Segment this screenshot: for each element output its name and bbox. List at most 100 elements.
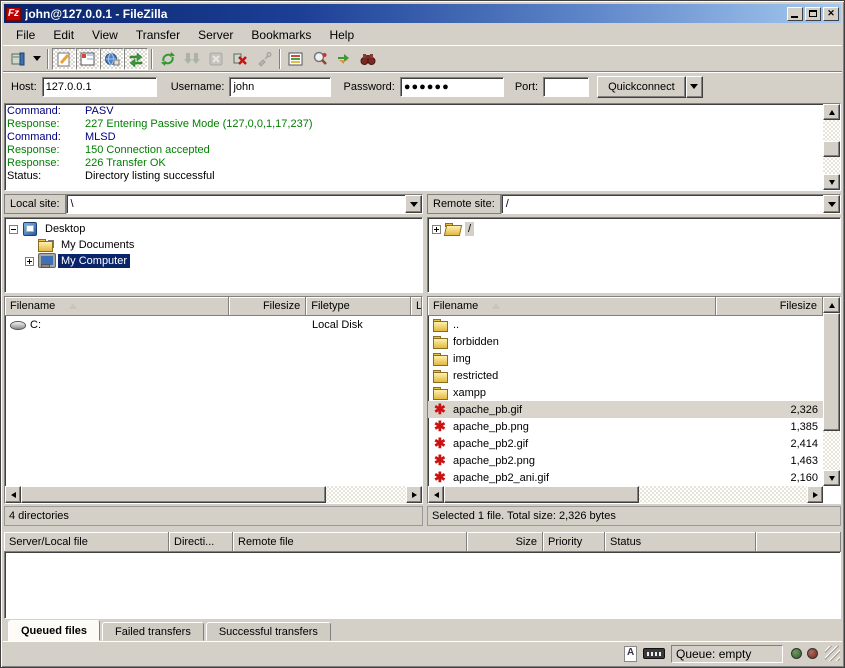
disconnect-button[interactable] [228,48,252,70]
local-site-combo[interactable]: \ [66,194,423,214]
scrollbar-thumb[interactable] [823,141,840,157]
tab-failed-transfers[interactable]: Failed transfers [102,622,204,641]
expander-icon[interactable] [432,225,441,234]
column-header-filename[interactable]: Filename [5,297,229,316]
speed-limit-icon[interactable] [643,648,665,659]
tree-item-desktop[interactable]: Desktop [9,221,422,237]
menu-transfer[interactable]: Transfer [127,26,189,44]
quickconnect-dropdown[interactable] [686,76,703,98]
port-input[interactable] [543,77,589,97]
menu-edit[interactable]: Edit [44,26,83,44]
my-computer-icon [38,254,55,268]
password-input[interactable] [400,77,504,97]
activity-led-green-icon [791,648,802,659]
expander-icon[interactable] [9,225,18,234]
image-file-icon [433,403,450,417]
column-header-status[interactable]: Status [605,532,756,552]
scrollbar-thumb[interactable] [444,486,639,503]
expander-icon[interactable] [25,257,34,266]
file-row[interactable]: apache_pb2.png1,463 [428,452,823,469]
column-header-filesize[interactable]: Filesize [716,297,823,316]
reconnect-button[interactable] [252,48,276,70]
toggle-transfer-queue-button[interactable] [124,48,148,70]
log-line: Status:Directory listing successful [7,170,822,183]
file-row[interactable]: apache_pb.gif2,326 [428,401,823,418]
scroll-left-button[interactable] [5,486,21,503]
file-row[interactable]: forbidden [428,333,823,350]
menu-bar: File Edit View Transfer Server Bookmarks… [3,24,842,45]
column-header-filesize[interactable]: Filesize [229,297,306,316]
column-header-direction[interactable]: Directi... [169,532,233,552]
menu-view[interactable]: View [83,26,127,44]
file-row[interactable]: apache_pb2.gif2,414 [428,435,823,452]
remote-horizontal-scrollbar[interactable] [428,486,823,503]
column-header-server-local-file[interactable]: Server/Local file [4,532,169,552]
username-input[interactable] [229,77,331,97]
host-input[interactable] [42,77,157,97]
column-header-priority[interactable]: Priority [543,532,605,552]
remote-list-header: Filename Filesize [428,297,823,316]
tree-item-my-computer[interactable]: My Computer [9,253,422,269]
scroll-up-button[interactable] [823,297,840,313]
local-file-list: Filename Filesize Filetype L C: Local Di… [4,296,423,504]
remote-vertical-scrollbar[interactable] [823,297,840,486]
scroll-down-button[interactable] [823,174,840,190]
resize-grip[interactable] [825,646,840,661]
menu-server[interactable]: Server [189,26,242,44]
column-header-last-modified[interactable]: L [411,297,422,316]
log-vertical-scrollbar[interactable] [823,104,840,190]
scroll-right-button[interactable] [406,486,422,503]
tab-queued-files[interactable]: Queued files [8,620,100,641]
local-status-text: 4 directories [4,506,423,526]
scroll-down-button[interactable] [823,470,840,486]
message-log: Command:PASV Response:227 Entering Passi… [4,103,841,191]
toggle-local-tree-button[interactable] [76,48,100,70]
tree-item-root[interactable]: / [432,221,840,237]
menu-bookmarks[interactable]: Bookmarks [242,26,320,44]
log-line: Response:150 Connection accepted [7,144,822,157]
toggle-remote-tree-button[interactable] [100,48,124,70]
synchronized-browsing-button[interactable] [332,48,356,70]
menu-file[interactable]: File [7,26,44,44]
queue-tabs: Queued files Failed transfers Successful… [3,619,842,641]
column-header-filetype[interactable]: Filetype [306,297,411,316]
scrollbar-thumb[interactable] [21,486,326,503]
file-row[interactable]: .. [428,316,823,333]
scroll-right-button[interactable] [807,486,823,503]
chevron-down-icon [33,56,41,61]
scroll-up-button[interactable] [823,104,840,120]
find-files-button[interactable] [356,48,380,70]
file-row-c-drive[interactable]: C: Local Disk [5,316,422,333]
column-header-filename[interactable]: Filename [428,297,716,316]
combo-dropdown-button[interactable] [405,195,422,213]
menu-help[interactable]: Help [320,26,363,44]
cancel-button[interactable] [204,48,228,70]
close-button[interactable]: ✕ [823,7,839,21]
tree-item-my-documents[interactable]: My Documents [9,237,422,253]
file-row[interactable]: apache_pb.png1,385 [428,418,823,435]
quickconnect-button[interactable]: Quickconnect [597,76,686,98]
file-row[interactable]: restricted [428,367,823,384]
local-horizontal-scrollbar[interactable] [5,486,422,503]
combo-dropdown-button[interactable] [823,195,840,213]
column-header-remote-file[interactable]: Remote file [233,532,467,552]
scroll-left-button[interactable] [428,486,444,503]
maximize-button[interactable] [805,7,821,21]
file-row[interactable]: img [428,350,823,367]
file-row[interactable]: apache_pb2_ani.gif2,160 [428,469,823,486]
process-queue-button[interactable] [180,48,204,70]
directory-comparison-button[interactable] [308,48,332,70]
file-row[interactable]: xampp [428,384,823,401]
refresh-button[interactable] [156,48,180,70]
column-header-size[interactable]: Size [467,532,543,552]
site-manager-dropdown[interactable] [30,48,44,70]
minimize-button[interactable] [787,7,803,21]
toolbar [3,45,842,71]
tab-successful-transfers[interactable]: Successful transfers [206,622,331,641]
toggle-message-log-button[interactable] [52,48,76,70]
site-manager-button[interactable] [6,48,30,70]
filter-button[interactable] [284,48,308,70]
data-type-ascii-icon[interactable] [621,646,639,662]
remote-site-combo[interactable]: / [501,194,841,214]
scrollbar-thumb[interactable] [823,313,840,431]
